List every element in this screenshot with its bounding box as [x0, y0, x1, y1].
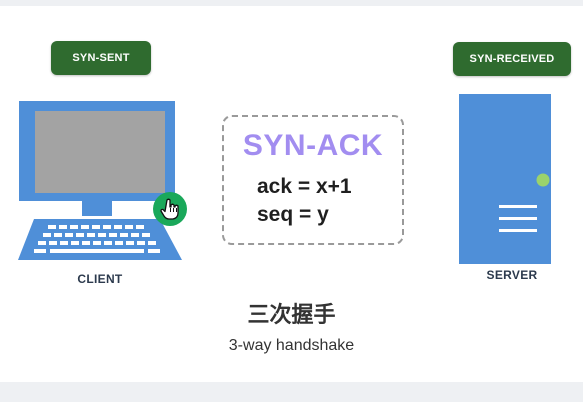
- server-state-badge: SYN-RECEIVED: [453, 42, 571, 76]
- packet-flag: SYN-ACK: [242, 129, 384, 162]
- laptop-icon: [18, 101, 182, 260]
- server-tower-icon: [459, 94, 551, 264]
- handshake-slide: SYN-SENT SYN-RECEIVED CLIENT SYN-ACK ack…: [0, 6, 583, 382]
- caption-chinese: 三次握手: [247, 303, 336, 328]
- client-state-badge: SYN-SENT: [51, 41, 151, 75]
- client-state-label: SYN-SENT: [72, 52, 130, 64]
- server-state-label: SYN-RECEIVED: [469, 53, 555, 65]
- packet-seq: seq = y: [257, 203, 329, 226]
- client-label: CLIENT: [77, 272, 123, 286]
- server-label: SERVER: [486, 268, 538, 282]
- packet-ack: ack = x+1: [257, 175, 352, 198]
- hand-cursor-icon: [153, 192, 187, 226]
- syn-ack-packet: SYN-ACK ack = x+1 seq = y: [222, 115, 404, 245]
- caption-english: 3-way handshake: [228, 337, 355, 354]
